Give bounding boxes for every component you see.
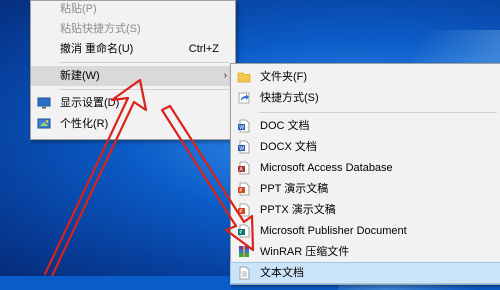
menu-item-label: Microsoft Publisher Document bbox=[260, 225, 407, 237]
doc-icon: W bbox=[237, 119, 251, 133]
folder-icon bbox=[237, 70, 251, 84]
desktop-context-menu: 粘贴(P) 粘贴快捷方式(S) 撤消 重命名(U) Ctrl+Z 新建(W) ›… bbox=[30, 0, 236, 140]
access-icon: A bbox=[237, 161, 251, 175]
menu-separator bbox=[59, 62, 229, 63]
menu-item-label: 显示设置(D) bbox=[60, 97, 120, 109]
submenu-item-access-database[interactable]: A Microsoft Access Database bbox=[231, 158, 500, 178]
svg-text:W: W bbox=[239, 146, 244, 152]
submenu-item-docx[interactable]: W DOCX 文档 bbox=[231, 137, 500, 157]
publisher-icon: P bbox=[237, 224, 251, 238]
menu-item-label: 撤消 重命名(U) bbox=[60, 43, 134, 55]
menu-item-paste[interactable]: 粘贴(P) bbox=[31, 0, 235, 19]
menu-item-label: 粘贴(P) bbox=[60, 3, 97, 15]
menu-item-label: 新建(W) bbox=[60, 70, 100, 82]
svg-text:A: A bbox=[239, 167, 243, 173]
menu-item-label: DOCX 文档 bbox=[260, 141, 317, 153]
submenu-item-publisher-document[interactable]: P Microsoft Publisher Document bbox=[231, 221, 500, 241]
svg-text:P: P bbox=[239, 209, 242, 215]
submenu-item-ppt[interactable]: P PPT 演示文稿 bbox=[231, 179, 500, 199]
winrar-icon bbox=[237, 245, 251, 259]
submenu-item-pptx[interactable]: P PPTX 演示文稿 bbox=[231, 200, 500, 220]
pptx-icon: P bbox=[237, 203, 251, 217]
submenu-item-text-document[interactable]: 文本文档 bbox=[230, 262, 500, 284]
submenu-item-doc[interactable]: W DOC 文档 bbox=[231, 116, 500, 136]
docx-icon: W bbox=[237, 140, 251, 154]
new-submenu: 文件夹(F) 快捷方式(S) W DOC 文档 W DOCX 文档 A Micr… bbox=[230, 63, 500, 285]
menu-item-label: 文件夹(F) bbox=[260, 71, 308, 83]
submenu-item-winrar-archive[interactable]: WinRAR 压缩文件 bbox=[231, 242, 500, 262]
menu-item-label: 个性化(R) bbox=[60, 118, 109, 130]
text-document-icon bbox=[237, 266, 251, 280]
personalize-icon bbox=[37, 117, 51, 131]
menu-item-label: PPTX 演示文稿 bbox=[260, 204, 336, 216]
menu-item-undo-rename[interactable]: 撤消 重命名(U) Ctrl+Z bbox=[31, 39, 235, 59]
menu-item-label: DOC 文档 bbox=[260, 120, 310, 132]
shortcut-icon bbox=[237, 91, 251, 105]
menu-item-paste-shortcut[interactable]: 粘贴快捷方式(S) bbox=[31, 19, 235, 39]
svg-text:W: W bbox=[239, 125, 244, 131]
menu-item-label: 粘贴快捷方式(S) bbox=[60, 23, 141, 35]
menu-item-label: 快捷方式(S) bbox=[260, 92, 319, 104]
menu-separator bbox=[59, 89, 229, 90]
menu-item-display-settings[interactable]: 显示设置(D) bbox=[31, 93, 235, 113]
submenu-item-shortcut[interactable]: 快捷方式(S) bbox=[231, 88, 500, 108]
menu-item-label: Microsoft Access Database bbox=[260, 162, 393, 174]
display-icon bbox=[37, 96, 51, 110]
submenu-arrow-icon: › bbox=[223, 70, 227, 81]
svg-text:P: P bbox=[239, 188, 242, 194]
menu-item-label: WinRAR 压缩文件 bbox=[260, 246, 350, 258]
svg-text:P: P bbox=[239, 230, 242, 236]
menu-item-personalize[interactable]: 个性化(R) bbox=[31, 114, 235, 134]
menu-item-label: PPT 演示文稿 bbox=[260, 183, 329, 195]
shortcut-key-label: Ctrl+Z bbox=[188, 43, 219, 55]
menu-item-new[interactable]: 新建(W) › bbox=[31, 66, 235, 86]
submenu-item-folder[interactable]: 文件夹(F) bbox=[231, 67, 500, 87]
menu-item-label: 文本文档 bbox=[260, 267, 304, 279]
ppt-icon: P bbox=[237, 182, 251, 196]
menu-separator bbox=[259, 112, 497, 113]
